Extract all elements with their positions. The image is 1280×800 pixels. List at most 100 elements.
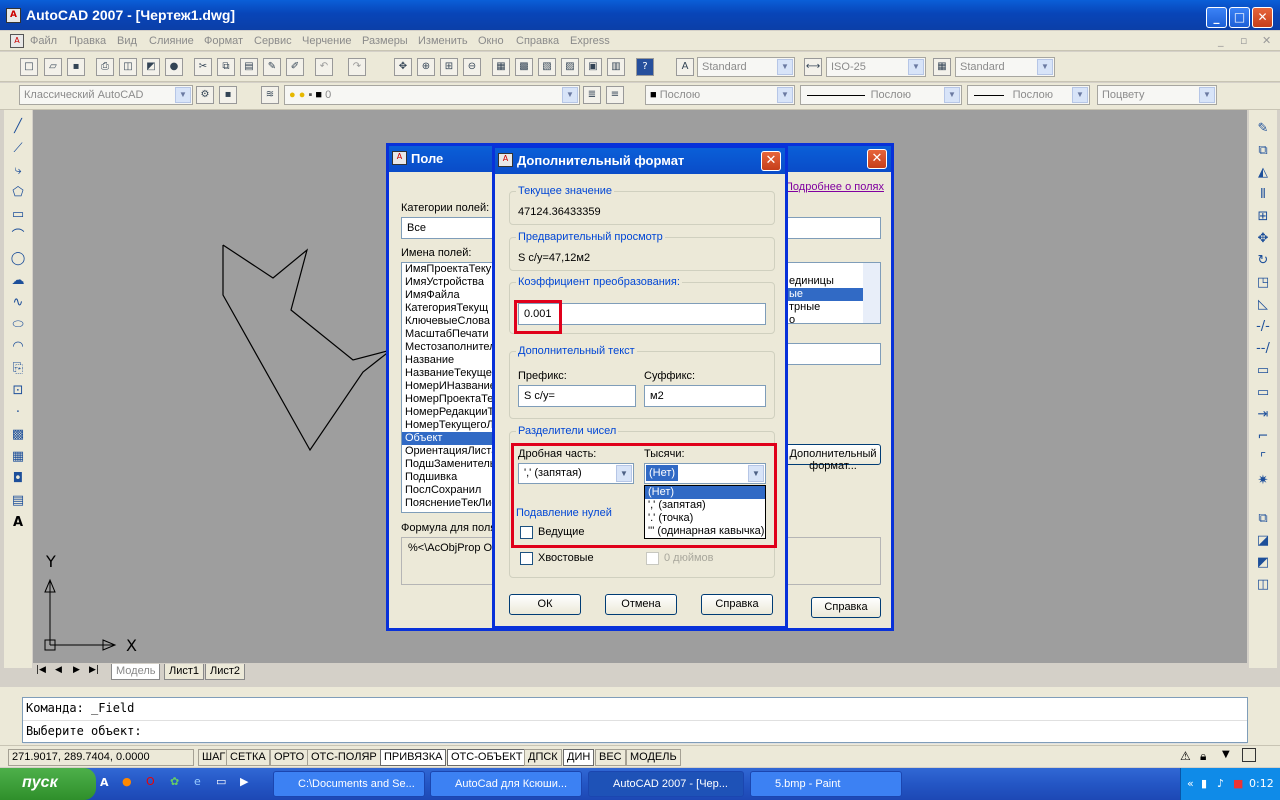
circle-icon[interactable]: ◯ <box>9 250 27 268</box>
bring-above-icon[interactable]: ◫ <box>1254 576 1272 594</box>
spline-icon[interactable]: ∿ <box>9 294 27 312</box>
opera-icon[interactable]: O <box>146 775 155 788</box>
pan-icon[interactable]: ✥ <box>394 58 412 76</box>
layer-previous-icon[interactable]: ≡ <box>606 86 624 104</box>
osnap-toggle[interactable]: ПРИВЯЗКА <box>380 749 447 766</box>
insert-block-icon[interactable]: ⎘ <box>9 360 27 378</box>
lwt-toggle[interactable]: ВЕС <box>595 749 626 766</box>
more-about-fields-link[interactable]: Подробнее о полях <box>785 181 884 193</box>
table-style-select[interactable]: Standard ▼ <box>955 57 1055 77</box>
ok-button[interactable]: ОК <box>509 594 581 615</box>
prev-tab-icon[interactable]: ◀ <box>55 665 62 675</box>
properties-icon[interactable]: ▦ <box>492 58 510 76</box>
field-help-button[interactable]: Справка <box>811 597 881 618</box>
arc-icon[interactable]: ⌒ <box>9 228 27 246</box>
dyn-toggle[interactable]: ДИН <box>563 749 595 766</box>
start-button[interactable]: пуск <box>0 768 96 800</box>
block-editor-icon[interactable]: ✐ <box>286 58 304 76</box>
toolbar-lock-icon[interactable]: 🔒︎ <box>1200 749 1206 764</box>
layer-select[interactable]: ● ● ▪ ■ 0 ▼ <box>284 85 580 105</box>
more-format-button[interactable]: Дополнительный формат... <box>785 444 881 472</box>
workspace-select[interactable]: Классический AutoCAD ▼ <box>19 85 193 105</box>
field-name-item[interactable]: ПослСохранил <box>402 484 500 497</box>
otrack-toggle[interactable]: ОТС-ОБЪЕКТ <box>447 749 527 766</box>
menu-window[interactable]: Окно <box>478 35 504 47</box>
move-icon[interactable]: ✥ <box>1254 230 1272 248</box>
autocad-app-icon[interactable]: A <box>6 8 21 23</box>
scale-icon[interactable]: ◳ <box>1254 274 1272 292</box>
make-layer-current-icon[interactable]: ≣ <box>583 86 601 104</box>
task-autocad-folder[interactable]: AutoCad для Ксюши... <box>430 771 582 797</box>
field-name-item[interactable]: ПодшЗаменитель <box>402 458 500 471</box>
last-tab-icon[interactable]: ▶| <box>89 665 99 675</box>
draw-order-icon[interactable]: ⧉ <box>1254 510 1272 528</box>
language-icon[interactable]: ■ <box>1233 777 1243 790</box>
menu-tools[interactable]: Сервис <box>254 35 292 47</box>
coordinates-readout[interactable]: 271.9017, 289.7404, 0.0000 <box>8 749 194 766</box>
field-name-item[interactable]: НомерИНазвание <box>402 380 500 393</box>
field-name-item[interactable]: НомерРедакцииТ <box>402 406 500 419</box>
array-icon[interactable]: ⊞ <box>1254 208 1272 226</box>
drawn-polyline[interactable] <box>222 244 392 452</box>
network-icon[interactable]: ▮ <box>1201 777 1207 790</box>
lineweight-select[interactable]: Послою ▼ <box>967 85 1090 105</box>
menu-express[interactable]: Express <box>570 35 610 47</box>
region-icon[interactable]: ◘ <box>9 470 27 488</box>
field-name-item[interactable]: Подшивка <box>402 471 500 484</box>
field-name-item[interactable]: Объект <box>402 432 500 445</box>
paste-icon[interactable]: ▤ <box>240 58 258 76</box>
field-precision-select[interactable] <box>785 343 881 365</box>
layer-manager-icon[interactable]: ≋ <box>261 86 279 104</box>
doc-restore-icon[interactable]: ▫ <box>1240 34 1247 47</box>
minimize-button[interactable]: _ <box>1206 7 1227 28</box>
copy-object-icon[interactable]: ⧉ <box>1254 142 1272 160</box>
help-icon[interactable]: ? <box>636 58 654 76</box>
zoom-window-icon[interactable]: ⊞ <box>440 58 458 76</box>
field-name-item[interactable]: ИмяФайла <box>402 289 500 302</box>
menu-modify[interactable]: Изменить <box>418 35 468 47</box>
field-name-item[interactable]: ПояснениеТекЛис <box>402 497 500 510</box>
break-at-point-icon[interactable]: ▭ <box>1254 362 1272 380</box>
design-center-icon[interactable]: ▩ <box>515 58 533 76</box>
gradient-icon[interactable]: ▦ <box>9 448 27 466</box>
make-block-icon[interactable]: ⊡ <box>9 382 27 400</box>
field-names-list[interactable]: ИмяПроектаТекущ ИмяУстройства ИмяФайла Кате… <box>401 262 501 513</box>
multiline-text-icon[interactable]: A <box>9 514 27 532</box>
field-name-item[interactable]: Местозаполнител <box>402 341 500 354</box>
field-dialog-close-button[interactable]: ✕ <box>867 149 887 169</box>
field-name-item[interactable]: КлючевыеСлова <box>402 315 500 328</box>
extend-icon[interactable]: --/ <box>1254 340 1272 358</box>
task-explorer[interactable]: C:\Documents and Se... <box>273 771 425 797</box>
plotstyle-select[interactable]: Поцвету ▼ <box>1097 85 1217 105</box>
hatch-icon[interactable]: ▩ <box>9 426 27 444</box>
dim-style-icon[interactable]: ⟷ <box>804 58 822 76</box>
field-name-item[interactable]: ИмяУстройства <box>402 276 500 289</box>
construction-line-icon[interactable]: ⟋ <box>9 140 27 158</box>
calculator-icon[interactable]: ▥ <box>607 58 625 76</box>
model-toggle[interactable]: МОДЕЛЬ <box>626 749 681 766</box>
field-name-item[interactable]: ОриентацияЛиста <box>402 445 500 458</box>
comm-center-icon[interactable]: ⚠ <box>1180 749 1191 763</box>
undo-icon[interactable]: ↶ <box>315 58 333 76</box>
text-style-icon[interactable]: A <box>676 58 694 76</box>
field-name-item[interactable]: Название <box>402 354 500 367</box>
tray-expand-icon[interactable]: « <box>1187 777 1194 790</box>
3d-dwf-icon[interactable]: ● <box>165 58 183 76</box>
format-dialog-close-button[interactable]: ✕ <box>761 151 781 171</box>
field-name-item[interactable]: НомерПроектаТе <box>402 393 500 406</box>
task-paint[interactable]: 5.bmp - Paint <box>750 771 902 797</box>
stretch-icon[interactable]: ◺ <box>1254 296 1272 314</box>
tab-sheet1[interactable]: Лист1 <box>164 664 205 680</box>
menu-draw[interactable]: Черчение <box>302 35 352 47</box>
chamfer-icon[interactable]: ⌐ <box>1254 428 1272 446</box>
publish-icon[interactable]: ◩ <box>142 58 160 76</box>
fillet-icon[interactable]: ⌜ <box>1254 450 1272 468</box>
field-format-input[interactable] <box>785 217 881 239</box>
menu-format[interactable]: Формат <box>204 35 243 47</box>
media-player-icon[interactable]: ▶ <box>240 775 248 788</box>
menu-help[interactable]: Справка <box>516 35 559 47</box>
command-window[interactable]: Команда: _Field Выберите объект: <box>22 697 1248 744</box>
redo-icon[interactable]: ↷ <box>348 58 366 76</box>
clean-screen-icon[interactable] <box>1242 748 1256 762</box>
menu-file[interactable]: Файл <box>30 35 57 47</box>
